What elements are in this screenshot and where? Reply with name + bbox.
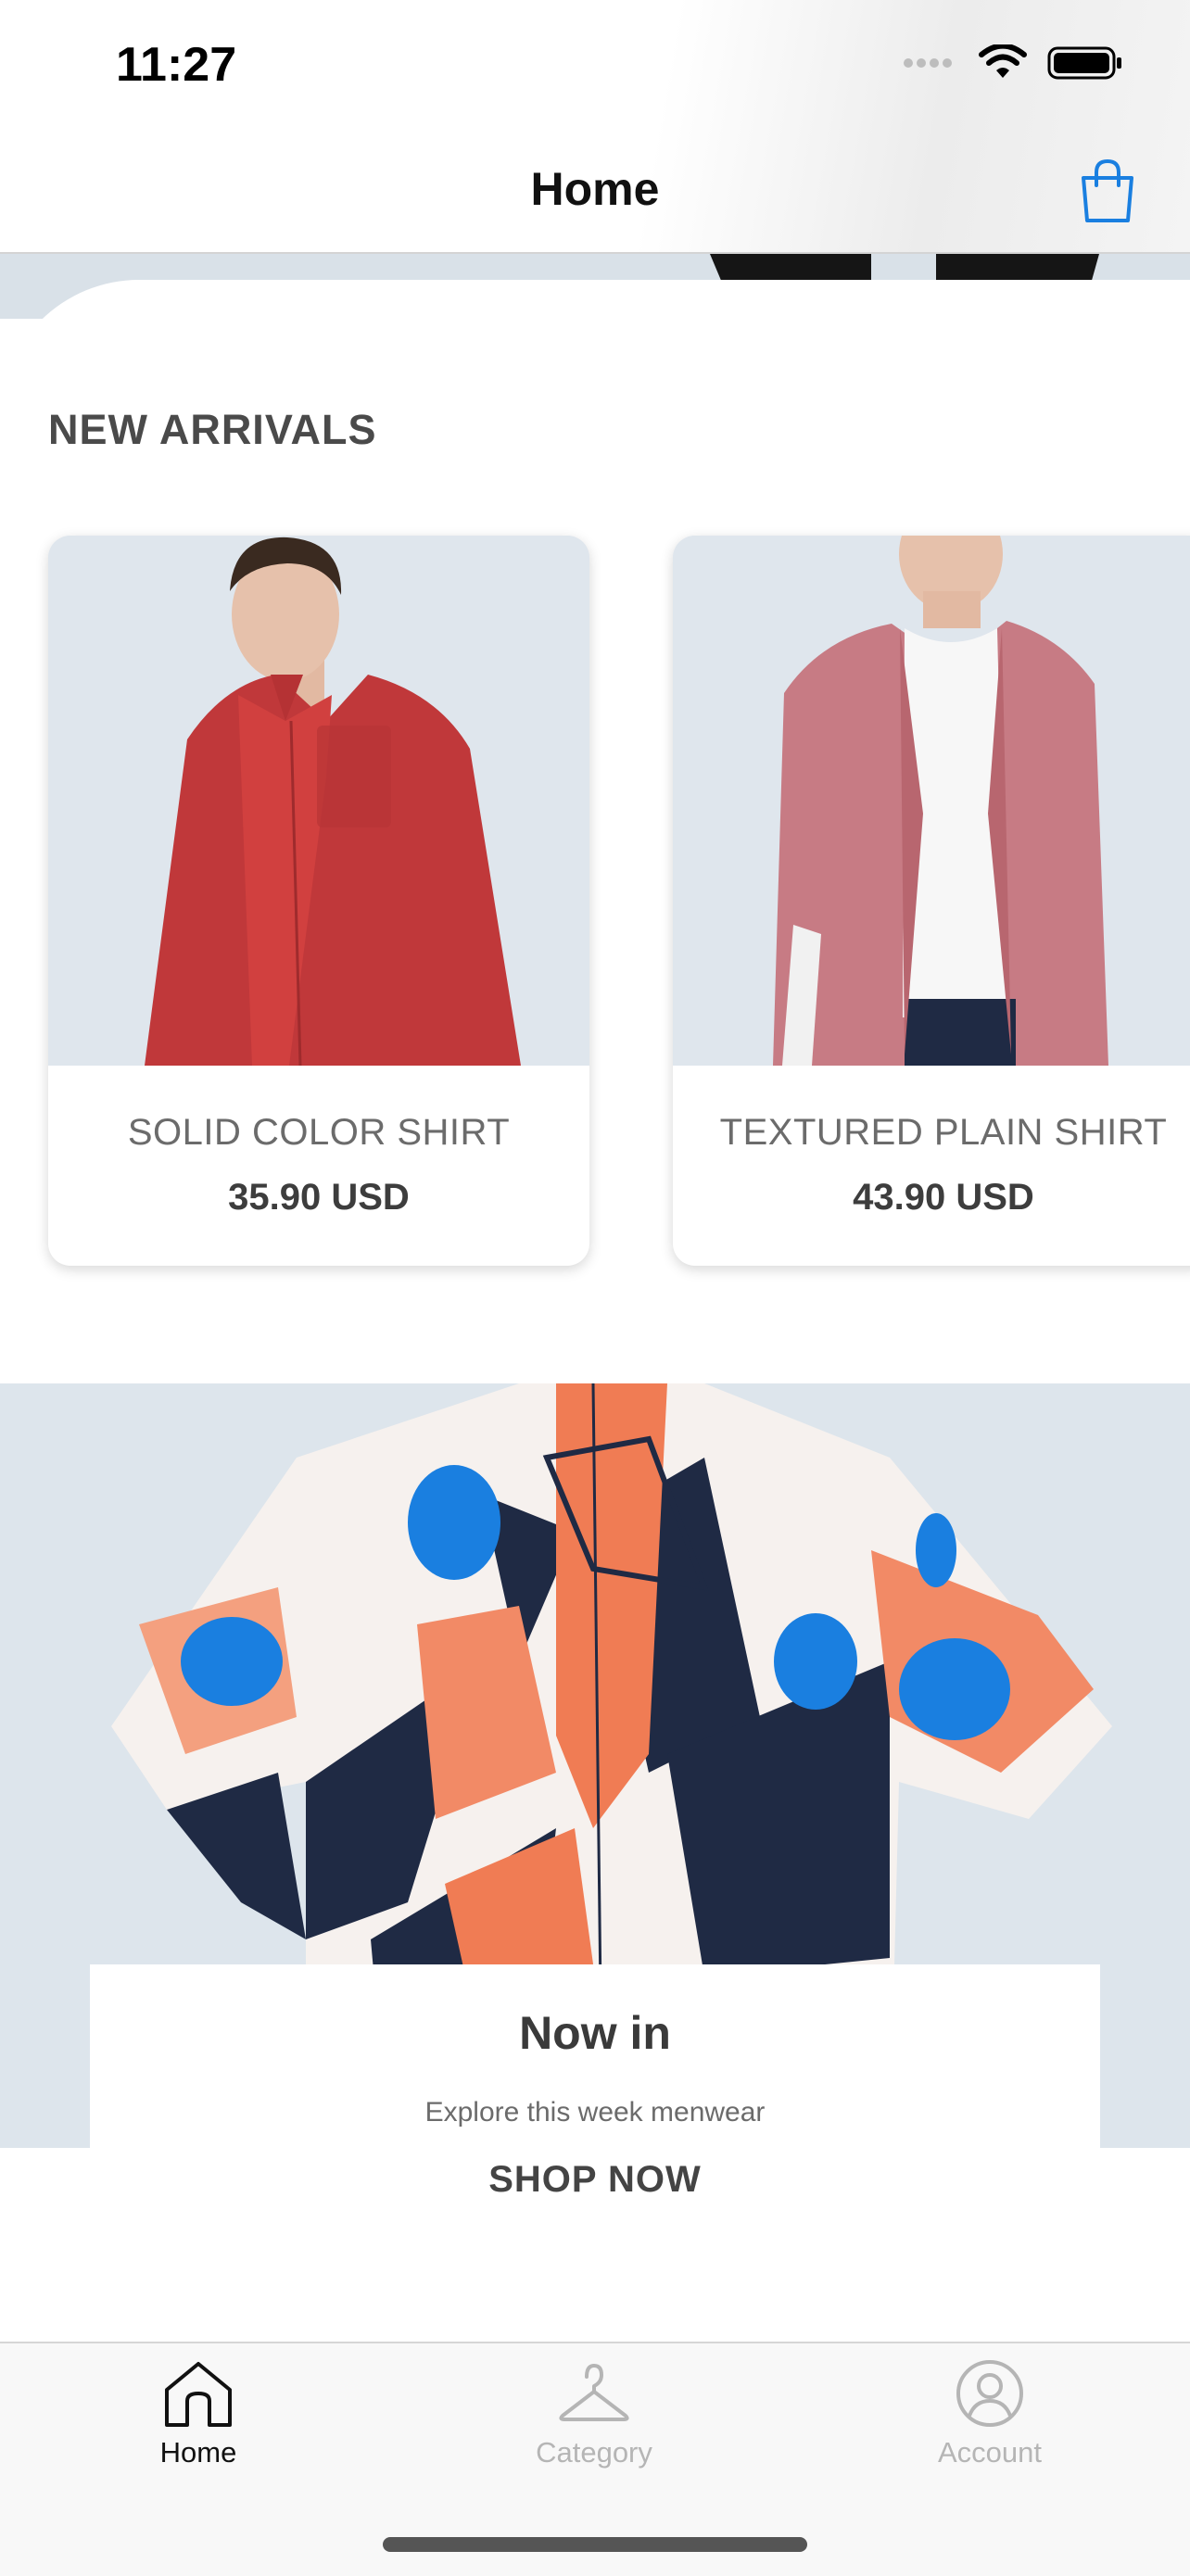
wifi-icon — [979, 43, 1027, 86]
home-icon — [165, 2362, 232, 2427]
tab-account[interactable]: Account — [851, 2358, 1129, 2488]
status-bar: 11:27 — [0, 0, 1190, 139]
product-image — [673, 536, 1190, 1066]
promo-subtitle: Explore this week menwear — [424, 2097, 766, 2128]
account-icon — [956, 2360, 1023, 2427]
product-price: 43.90 USD — [853, 1177, 1034, 1218]
section-title: NEW ARRIVALS — [48, 406, 377, 453]
shop-now-button[interactable]: SHOP NOW — [0, 2159, 1190, 2201]
product-name: SOLID COLOR SHIRT — [127, 1112, 511, 1153]
product-image — [48, 536, 589, 1066]
tab-home-label: Home — [159, 2436, 237, 2469]
tab-category-label: Category — [536, 2436, 652, 2469]
product-card[interactable]: SOLID COLOR SHIRT 35.90 USD — [48, 536, 589, 1266]
hero-image-gap — [871, 254, 936, 282]
page-title: Home — [530, 163, 660, 215]
hanger-icon — [559, 2364, 629, 2421]
tab-home[interactable]: Home — [59, 2358, 337, 2488]
status-time: 11:27 — [116, 38, 237, 92]
battery-icon — [1047, 44, 1123, 86]
product-card[interactable]: TEXTURED PLAIN SHIRT 43.90 USD — [673, 536, 1190, 1266]
tab-category[interactable]: Category — [455, 2358, 733, 2488]
status-icons — [903, 43, 1123, 86]
shopping-bag-icon — [1082, 158, 1133, 222]
signal-icon — [903, 56, 958, 75]
tab-account-label: Account — [937, 2436, 1042, 2469]
promo-title: Now in — [519, 2007, 671, 2059]
home-indicator[interactable] — [383, 2537, 807, 2552]
cart-button[interactable] — [1075, 158, 1140, 224]
product-price: 35.90 USD — [228, 1177, 410, 1218]
product-name: TEXTURED PLAIN SHIRT — [719, 1112, 1168, 1153]
